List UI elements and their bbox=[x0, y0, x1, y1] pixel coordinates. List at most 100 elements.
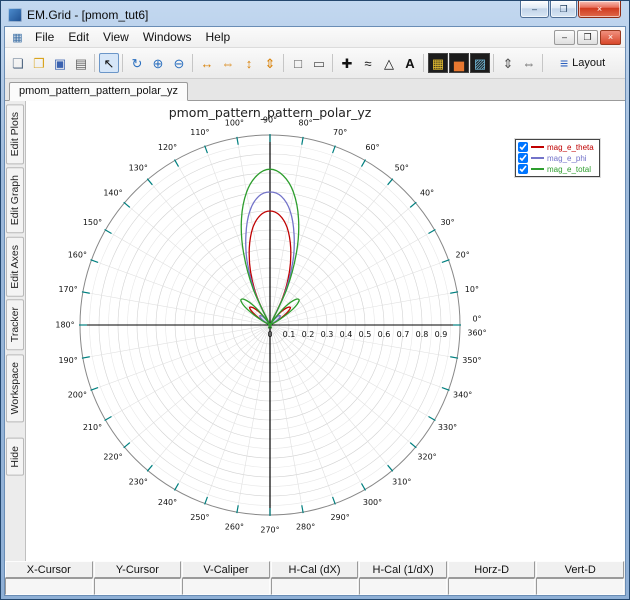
fit-width-button[interactable]: ↔ bbox=[197, 53, 217, 73]
region-select-button[interactable]: ▭ bbox=[309, 53, 329, 73]
plot-area[interactable]: 0°10°20°30°40°50°60°70°80°90°100°110°120… bbox=[26, 101, 625, 561]
layout-button[interactable]: ≡ Layout bbox=[554, 54, 611, 72]
menu-file[interactable]: File bbox=[28, 29, 61, 45]
expand-y-icon: ⇕ bbox=[265, 57, 276, 70]
tracker-button[interactable]: ≈ bbox=[358, 53, 378, 73]
add-text-icon: A bbox=[405, 57, 414, 70]
toolbar-separator bbox=[493, 54, 494, 72]
waterfall-plot-icon: ▦ bbox=[432, 57, 444, 70]
client-area: ▦ File Edit View Windows Help – ❐ × ❏ ❐ ▣ ▤… bbox=[4, 26, 626, 596]
toolbar-separator bbox=[283, 54, 284, 72]
image-plot-button[interactable]: ▨ bbox=[470, 53, 490, 73]
side-tab-tracker[interactable]: Tracker bbox=[6, 299, 24, 350]
angle-tick bbox=[105, 417, 112, 421]
save-icon: ▣ bbox=[54, 57, 66, 70]
side-tab-hide[interactable]: Hide bbox=[6, 438, 24, 476]
mdi-child-icon[interactable]: ▦ bbox=[10, 31, 25, 44]
print-button[interactable]: ▤ bbox=[71, 53, 91, 73]
select-cursor-button[interactable]: ↖ bbox=[99, 53, 119, 73]
angle-label-200: 200° bbox=[68, 391, 87, 400]
legend: mag_e_thetamag_e_phimag_e_total bbox=[515, 139, 600, 177]
tab-bar: pmom_pattern_pattern_polar_yz bbox=[5, 79, 625, 101]
menu-help[interactable]: Help bbox=[199, 29, 238, 45]
angle-label-170: 170° bbox=[58, 285, 77, 294]
menu-windows[interactable]: Windows bbox=[136, 29, 199, 45]
open-folder-button[interactable]: ❐ bbox=[29, 53, 49, 73]
legend-checkbox-mag_e_phi[interactable] bbox=[518, 153, 528, 163]
status-value-cell bbox=[182, 578, 270, 595]
chart-title: pmom_pattern_pattern_polar_yz bbox=[169, 105, 372, 120]
toolbar: ❏❐▣▤↖↻⊕⊖↔⇔↕⇕□▭✚≈△A▦▅▨⇕⇔ ≡ Layout bbox=[5, 48, 625, 79]
angle-tick bbox=[410, 443, 416, 448]
new-file-button[interactable]: ❏ bbox=[8, 53, 28, 73]
angle-label-300: 300° bbox=[363, 498, 382, 507]
angle-tick bbox=[428, 230, 435, 234]
expand-y-button[interactable]: ⇕ bbox=[260, 53, 280, 73]
menu-edit[interactable]: Edit bbox=[61, 29, 96, 45]
radial-label-0.1: 0.1 bbox=[283, 330, 296, 339]
minimize-button[interactable]: – bbox=[520, 1, 549, 18]
app-icon[interactable] bbox=[8, 8, 22, 22]
grid-spoke bbox=[148, 325, 270, 471]
box-zoom-button[interactable]: □ bbox=[288, 53, 308, 73]
save-button[interactable]: ▣ bbox=[50, 53, 70, 73]
crosshair-button[interactable]: ✚ bbox=[337, 53, 357, 73]
angle-tick bbox=[175, 483, 179, 490]
caliper-button[interactable]: △ bbox=[379, 53, 399, 73]
window-title: EM.Grid - [pmom_tut6] bbox=[27, 8, 148, 22]
image-plot-icon: ▨ bbox=[474, 57, 486, 70]
window-controls: – ❐ × bbox=[519, 1, 621, 18]
zoom-out-button[interactable]: ⊖ bbox=[169, 53, 189, 73]
angle-tick bbox=[362, 160, 366, 167]
pan-vertical-button[interactable]: ⇕ bbox=[498, 53, 518, 73]
toolbar-separator bbox=[94, 54, 95, 72]
tracker-icon: ≈ bbox=[364, 57, 371, 70]
legend-swatch-mag_e_theta bbox=[531, 146, 544, 148]
expand-x-button[interactable]: ⇔ bbox=[218, 53, 238, 73]
pan-vertical-icon: ⇕ bbox=[503, 57, 514, 70]
menu-view[interactable]: View bbox=[96, 29, 136, 45]
status-value-cell bbox=[271, 578, 359, 595]
angle-tick bbox=[124, 202, 130, 207]
tab-pmom-pattern-polar-yz[interactable]: pmom_pattern_pattern_polar_yz bbox=[9, 82, 188, 101]
side-tab-edit-graph[interactable]: Edit Graph bbox=[6, 167, 24, 233]
replot-button[interactable]: ↻ bbox=[127, 53, 147, 73]
side-tab-edit-plots[interactable]: Edit Plots bbox=[6, 104, 24, 164]
fit-height-button[interactable]: ↕ bbox=[239, 53, 259, 73]
close-button[interactable]: × bbox=[578, 1, 621, 18]
angle-label-340: 340° bbox=[453, 391, 472, 400]
titlebar: EM.Grid - [pmom_tut6] – ❐ × bbox=[4, 4, 626, 26]
add-text-button[interactable]: A bbox=[400, 53, 420, 73]
legend-checkbox-mag_e_theta[interactable] bbox=[518, 142, 528, 152]
spectrum-plot-icon: ▅ bbox=[454, 57, 464, 70]
grid-spoke bbox=[148, 179, 270, 325]
replot-icon: ↻ bbox=[132, 57, 143, 70]
legend-label-mag_e_theta: mag_e_theta bbox=[547, 143, 594, 152]
angle-label-290: 290° bbox=[330, 513, 349, 522]
restore-button[interactable]: ❐ bbox=[550, 1, 577, 18]
angle-tick bbox=[333, 146, 336, 154]
open-folder-icon: ❐ bbox=[33, 57, 45, 70]
legend-swatch-mag_e_phi bbox=[531, 157, 544, 159]
angle-label-10: 10° bbox=[465, 285, 479, 294]
angle-label-40: 40° bbox=[420, 189, 434, 198]
zoom-in-button[interactable]: ⊕ bbox=[148, 53, 168, 73]
legend-checkbox-mag_e_total[interactable] bbox=[518, 164, 528, 174]
angle-label-70: 70° bbox=[333, 128, 347, 137]
zoom-in-icon: ⊕ bbox=[153, 57, 164, 70]
mdi-restore-button[interactable]: ❐ bbox=[577, 30, 598, 45]
mdi-close-button[interactable]: × bbox=[600, 30, 621, 45]
side-tab-edit-axes[interactable]: Edit Axes bbox=[6, 237, 24, 297]
grid-spoke bbox=[124, 325, 270, 447]
angle-label-110: 110° bbox=[190, 128, 209, 137]
angle-label-260: 260° bbox=[225, 522, 244, 531]
angle-label-240: 240° bbox=[158, 498, 177, 507]
side-tab-workspace[interactable]: Workspace bbox=[6, 354, 24, 422]
spectrum-plot-button[interactable]: ▅ bbox=[449, 53, 469, 73]
status-value-row bbox=[5, 578, 625, 595]
mdi-minimize-button[interactable]: – bbox=[554, 30, 575, 45]
angle-label-360: 360° bbox=[467, 329, 486, 338]
angle-label-190: 190° bbox=[58, 356, 77, 365]
waterfall-plot-button[interactable]: ▦ bbox=[428, 53, 448, 73]
pan-horizontal-button[interactable]: ⇔ bbox=[519, 53, 539, 73]
